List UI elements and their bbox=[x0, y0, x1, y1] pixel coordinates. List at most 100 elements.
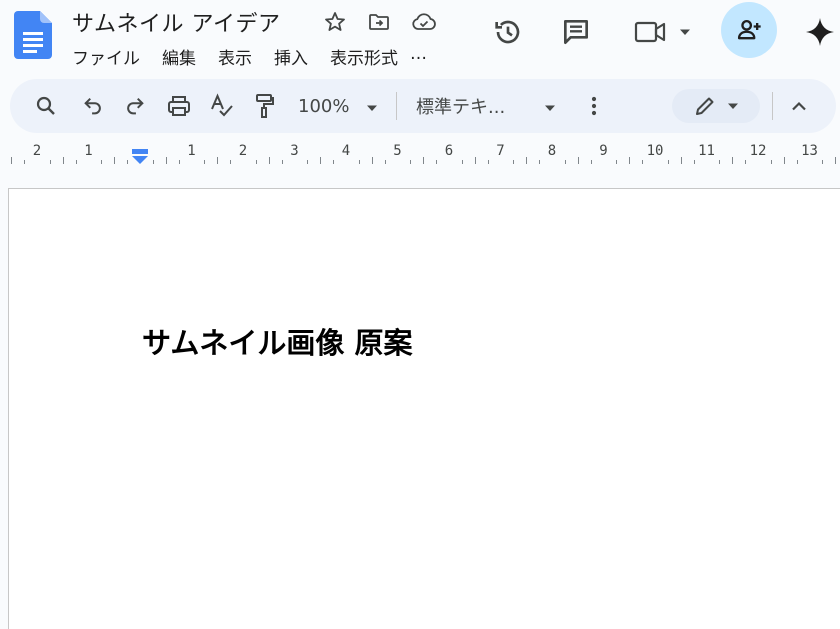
ruler-tick bbox=[835, 157, 837, 164]
ruler-tick bbox=[127, 160, 129, 164]
ruler-label: 10 bbox=[646, 143, 664, 159]
more-options-button[interactable] bbox=[584, 89, 604, 123]
ruler-label: 12 bbox=[749, 143, 767, 159]
ruler-tick bbox=[75, 160, 77, 164]
ruler-label: 2 bbox=[32, 143, 42, 159]
paint-format-button[interactable] bbox=[252, 89, 278, 123]
hide-menus-button[interactable] bbox=[786, 89, 812, 123]
ruler-label: 11 bbox=[698, 143, 715, 159]
ruler-tick bbox=[564, 160, 566, 164]
ruler-label: 2 bbox=[238, 143, 248, 159]
ruler-tick bbox=[590, 160, 592, 164]
menu-file[interactable]: ファイル bbox=[72, 44, 140, 69]
ruler-tick bbox=[423, 157, 425, 164]
ruler-label: 6 bbox=[444, 143, 454, 159]
more-vertical-icon bbox=[591, 96, 597, 116]
print-button[interactable] bbox=[164, 89, 194, 123]
ruler-tick bbox=[436, 160, 438, 164]
toolbar-divider bbox=[396, 92, 397, 120]
style-value: 標準テキ... bbox=[416, 97, 506, 118]
print-icon bbox=[168, 96, 190, 116]
meet-dropdown-icon[interactable] bbox=[676, 20, 694, 44]
search-menus-button[interactable] bbox=[32, 89, 60, 123]
ruler-label: 13 bbox=[801, 143, 818, 159]
undo-button[interactable] bbox=[80, 89, 106, 123]
ruler-tick bbox=[320, 157, 322, 164]
ruler-tick bbox=[616, 160, 618, 164]
ruler-tick bbox=[152, 160, 154, 164]
document-title[interactable]: サムネイル アイデア bbox=[72, 6, 280, 38]
ruler-label: 1 bbox=[84, 143, 93, 159]
ruler-tick bbox=[667, 160, 669, 164]
ruler-label: 1 bbox=[187, 143, 196, 159]
ruler-tick bbox=[268, 157, 270, 164]
redo-icon bbox=[127, 97, 144, 115]
zoom-select[interactable]: 100% bbox=[296, 89, 386, 123]
zoom-value: 100% bbox=[298, 95, 350, 117]
cloud-saved-icon[interactable] bbox=[410, 9, 438, 35]
paragraph-style-select[interactable]: 標準テキ... bbox=[416, 89, 566, 123]
ruler-tick bbox=[796, 160, 798, 164]
ruler-label: 4 bbox=[341, 143, 351, 159]
chevron-up-icon bbox=[792, 101, 806, 111]
comment-icon[interactable] bbox=[558, 14, 594, 50]
ruler-tick bbox=[719, 160, 721, 164]
horizontal-ruler[interactable]: 2 1 1 2 3 4 5 6 7 8 9 10 11 12 13 bbox=[0, 140, 840, 166]
ruler-tick bbox=[642, 160, 644, 164]
document-heading[interactable]: サムネイル画像 原案 bbox=[142, 320, 413, 362]
menu-bar: ファイル 編集 表示 挿入 表示形式 … bbox=[72, 44, 427, 69]
formatting-toolbar: 100% 標準テキ... bbox=[10, 79, 836, 133]
editing-mode-button[interactable] bbox=[672, 89, 760, 123]
google-docs-logo[interactable] bbox=[14, 11, 52, 59]
star-icon[interactable] bbox=[322, 9, 348, 35]
ruler-tick bbox=[358, 160, 360, 164]
menu-format[interactable]: 表示形式 bbox=[330, 44, 398, 69]
paint-format-icon bbox=[256, 94, 274, 118]
ruler-label: 8 bbox=[547, 143, 557, 159]
chevron-down-icon bbox=[366, 96, 378, 117]
menu-more[interactable]: … bbox=[410, 44, 427, 69]
ruler-tick bbox=[680, 157, 682, 164]
document-page[interactable] bbox=[8, 188, 840, 629]
add-person-icon bbox=[737, 19, 761, 40]
ruler-tick bbox=[101, 160, 103, 164]
chevron-down-icon bbox=[544, 96, 556, 117]
ruler-tick bbox=[410, 160, 412, 164]
menu-edit[interactable]: 編集 bbox=[162, 44, 196, 69]
ruler-tick bbox=[770, 160, 772, 164]
ruler-tick bbox=[217, 157, 219, 164]
ruler-label: 5 bbox=[393, 143, 402, 159]
menu-insert[interactable]: 挿入 bbox=[274, 44, 308, 69]
menu-view[interactable]: 表示 bbox=[218, 44, 252, 69]
history-icon[interactable] bbox=[490, 14, 526, 50]
share-button[interactable] bbox=[721, 2, 777, 58]
ruler-tick bbox=[24, 160, 26, 164]
spellcheck-icon bbox=[211, 93, 233, 117]
ruler-tick bbox=[204, 160, 206, 164]
ruler-label: 3 bbox=[290, 143, 299, 159]
ruler-tick bbox=[822, 160, 824, 164]
ruler-tick bbox=[230, 160, 232, 164]
ruler-tick bbox=[333, 160, 335, 164]
ruler-tick bbox=[165, 157, 167, 164]
ruler-tick bbox=[371, 157, 373, 164]
ruler-tick bbox=[49, 160, 51, 164]
gemini-sparkle-icon[interactable] bbox=[802, 14, 838, 50]
ruler-tick bbox=[281, 160, 283, 164]
move-to-folder-icon[interactable] bbox=[366, 9, 392, 35]
ruler-tick bbox=[577, 157, 579, 164]
video-camera-icon[interactable] bbox=[630, 16, 670, 48]
redo-button[interactable] bbox=[122, 89, 148, 123]
ruler-tick bbox=[114, 157, 116, 164]
toolbar-divider bbox=[772, 92, 773, 120]
ruler-tick bbox=[461, 160, 463, 164]
ruler-tick bbox=[384, 160, 386, 164]
chevron-down-icon bbox=[728, 103, 738, 109]
ruler-tick bbox=[693, 160, 695, 164]
ruler-tick bbox=[732, 157, 734, 164]
spellcheck-button[interactable] bbox=[208, 89, 236, 123]
ruler-tick bbox=[474, 157, 476, 164]
ruler-tick bbox=[62, 157, 64, 164]
pencil-icon bbox=[696, 97, 714, 115]
indent-marker-icon[interactable] bbox=[131, 148, 149, 164]
